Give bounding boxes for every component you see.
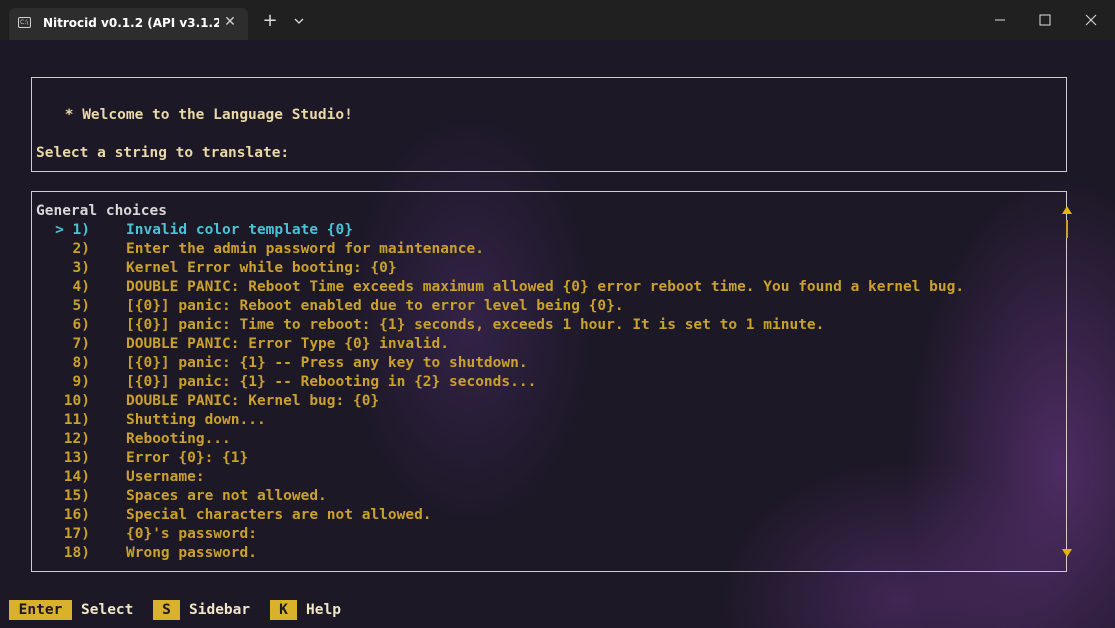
list-item-text: Spaces are not allowed. bbox=[126, 488, 327, 504]
sidebar-key-badge[interactable]: S bbox=[153, 600, 180, 620]
enter-key-badge[interactable]: Enter bbox=[9, 600, 72, 620]
maximize-button[interactable] bbox=[1022, 0, 1068, 40]
close-tab-button[interactable]: ✕ bbox=[222, 14, 238, 30]
list-item[interactable]: 17) {0}'s password: bbox=[32, 525, 1052, 544]
welcome-message: * Welcome to the Language Studio! bbox=[56, 107, 353, 123]
list-item-text: Error {0}: {1} bbox=[126, 450, 249, 466]
list-item[interactable]: 6) [{0}] panic: Time to reboot: {1} secon… bbox=[32, 316, 1052, 335]
maximize-icon bbox=[1039, 14, 1051, 26]
list-item-text: DOUBLE PANIC: Error Type {0} invalid. bbox=[126, 336, 450, 352]
minimize-icon bbox=[995, 19, 1005, 21]
list-item-number: 15) bbox=[63, 488, 90, 504]
select-key-label: Select bbox=[81, 602, 134, 618]
list-item[interactable]: 8) [{0}] panic: {1} -- Press any key to s… bbox=[32, 354, 1052, 373]
list-item[interactable]: 18) Wrong password. bbox=[32, 544, 1052, 563]
list-item[interactable]: 15) Spaces are not allowed. bbox=[32, 487, 1052, 506]
scroll-down-arrow-icon[interactable] bbox=[1062, 549, 1072, 557]
choice-list-panel: General choices > 1) Invalid color templa… bbox=[31, 191, 1072, 572]
list-item-number: 3) bbox=[72, 260, 90, 276]
list-item[interactable]: 2) Enter the admin password for maintenan… bbox=[32, 240, 1052, 259]
list-item-text: [{0}] panic: Time to reboot: {1} seconds… bbox=[126, 317, 825, 333]
group-label: General choices bbox=[36, 203, 167, 219]
help-key-badge[interactable]: K bbox=[270, 600, 297, 620]
scrollbar-thumb[interactable] bbox=[1066, 220, 1068, 238]
keybinding-bar: Enter Select S Sidebar K Help bbox=[0, 599, 1115, 621]
tab-title: Nitrocid v0.1.2 (API v3.1.27.48) bbox=[43, 16, 219, 30]
select-prompt: Select a string to translate: bbox=[36, 145, 290, 161]
list-item[interactable]: 5) [{0}] panic: Reboot enabled due to err… bbox=[32, 297, 1052, 316]
list-item-text: Enter the admin password for maintenance… bbox=[126, 241, 484, 257]
list-item-text: [{0}] panic: {1} -- Press any key to shu… bbox=[126, 355, 528, 371]
list-item-number: 9) bbox=[72, 374, 90, 390]
list-item[interactable]: 9) [{0}] panic: {1} -- Rebooting in {2} s… bbox=[32, 373, 1052, 392]
scroll-up-arrow-icon[interactable] bbox=[1062, 206, 1072, 214]
list-item-text: DOUBLE PANIC: Reboot Time exceeds maximu… bbox=[126, 279, 965, 295]
list-item[interactable]: 3) Kernel Error while booting: {0} bbox=[32, 259, 1052, 278]
list-item-text: [{0}] panic: {1} -- Rebooting in {2} sec… bbox=[126, 374, 537, 390]
sidebar-key-label: Sidebar bbox=[189, 602, 251, 618]
chevron-down-icon bbox=[294, 18, 304, 24]
list-item-text: {0}'s password: bbox=[126, 526, 257, 542]
minimize-button[interactable] bbox=[977, 0, 1023, 40]
list-item[interactable]: 11) Shutting down... bbox=[32, 411, 1052, 430]
list-item-text: Special characters are not allowed. bbox=[126, 507, 432, 523]
list-item-text: Wrong password. bbox=[126, 545, 257, 561]
list-item-number: 14) bbox=[63, 469, 90, 485]
list-item-text: Username: bbox=[126, 469, 205, 485]
header-panel: * Welcome to the Language Studio! Select… bbox=[31, 77, 1067, 172]
list-item[interactable]: 12) Rebooting... bbox=[32, 430, 1052, 449]
close-window-button[interactable] bbox=[1068, 0, 1114, 40]
list-item-number: 13) bbox=[63, 450, 90, 466]
terminal-icon: C:\ bbox=[18, 17, 31, 28]
list-item-text: Invalid color template {0} bbox=[126, 222, 353, 238]
list-item-number: 10) bbox=[63, 393, 90, 409]
list-item-number: > 1) bbox=[55, 222, 90, 238]
close-icon bbox=[1085, 14, 1097, 26]
tab-dropdown-button[interactable] bbox=[289, 11, 309, 31]
list-item-number: 7) bbox=[72, 336, 90, 352]
list-item-text: Rebooting... bbox=[126, 431, 231, 447]
list-item-number: 11) bbox=[63, 412, 90, 428]
list-item[interactable]: 16) Special characters are not allowed. bbox=[32, 506, 1052, 525]
list-item-text: [{0}] panic: Reboot enabled due to error… bbox=[126, 298, 624, 314]
new-tab-button[interactable]: + bbox=[259, 10, 281, 32]
title-bar: C:\ Nitrocid v0.1.2 (API v3.1.27.48) ✕ + bbox=[0, 0, 1115, 40]
list-item[interactable]: 4) DOUBLE PANIC: Reboot Time exceeds maxi… bbox=[32, 278, 1052, 297]
terminal-tab[interactable]: C:\ Nitrocid v0.1.2 (API v3.1.27.48) ✕ bbox=[9, 8, 248, 40]
list-item-number: 16) bbox=[63, 507, 90, 523]
list-item-number: 8) bbox=[72, 355, 90, 371]
list-item-number: 4) bbox=[72, 279, 90, 295]
help-key-label: Help bbox=[306, 602, 341, 618]
list-item[interactable]: 14) Username: bbox=[32, 468, 1052, 487]
list-item-number: 17) bbox=[63, 526, 90, 542]
list-item[interactable]: 10) DOUBLE PANIC: Kernel bug: {0} bbox=[32, 392, 1052, 411]
list-item[interactable]: > 1) Invalid color template {0} bbox=[32, 221, 1052, 240]
list-item-number: 2) bbox=[72, 241, 90, 257]
list-item-number: 5) bbox=[72, 298, 90, 314]
list-item-number: 12) bbox=[63, 431, 90, 447]
list-item-number: 18) bbox=[63, 545, 90, 561]
list-item-text: Shutting down... bbox=[126, 412, 266, 428]
list-item-text: Kernel Error while booting: {0} bbox=[126, 260, 397, 276]
list-item-text: DOUBLE PANIC: Kernel bug: {0} bbox=[126, 393, 380, 409]
list-item[interactable]: 7) DOUBLE PANIC: Error Type {0} invalid. bbox=[32, 335, 1052, 354]
list-item[interactable]: 13) Error {0}: {1} bbox=[32, 449, 1052, 468]
list-item-number: 6) bbox=[72, 317, 90, 333]
